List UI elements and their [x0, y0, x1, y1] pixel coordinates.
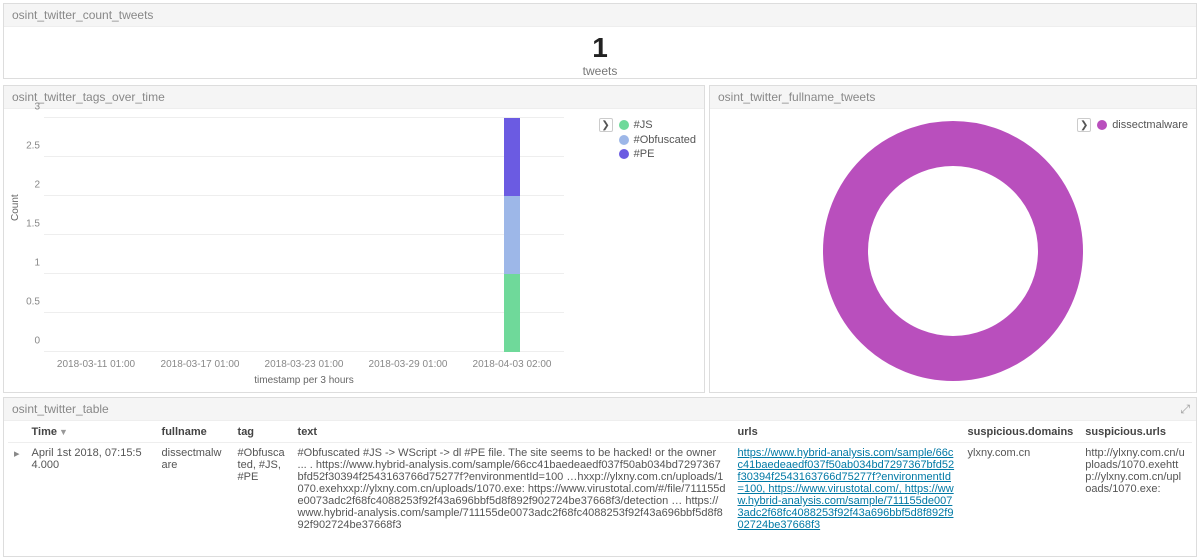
- tweet-count-value: 1: [4, 32, 1196, 64]
- donut-chart[interactable]: [823, 121, 1083, 381]
- y-tick: 1.5: [14, 219, 40, 230]
- col-text[interactable]: text: [292, 422, 732, 443]
- legend-label[interactable]: #PE: [634, 148, 655, 160]
- legend-toggle-icon[interactable]: ❯: [1077, 118, 1091, 132]
- y-tick: 3: [14, 102, 40, 113]
- y-tick: 2: [14, 180, 40, 191]
- bar-chart-area[interactable]: Count 0 0.5 1 1.5 2 2.5 3 2018-03-11 01:…: [44, 118, 564, 352]
- panel-title: osint_twitter_count_tweets: [4, 4, 1196, 27]
- cell-urls: https://www.hybrid-analysis.com/sample/6…: [732, 443, 962, 536]
- table-row: ▸ April 1st 2018, 07:15:54.000 dissectma…: [8, 443, 1192, 536]
- bar-seg-obfuscated: [504, 196, 520, 274]
- cell-time: April 1st 2018, 07:15:54.000: [26, 443, 156, 536]
- url-link[interactable]: https://www.hybrid-analysis.com/sample/6…: [738, 447, 955, 531]
- cell-text: #Obfuscated #JS -> WScript -> dl #PE fil…: [292, 443, 732, 536]
- cell-susp-urls: http://ylxny.com.cn/uploads/1070.exehttp…: [1079, 443, 1192, 536]
- col-tag[interactable]: tag: [232, 422, 292, 443]
- row-expand-icon[interactable]: ▸: [8, 443, 26, 536]
- swatch-obfuscated: [619, 135, 629, 145]
- x-tick: 2018-03-23 01:00: [265, 359, 344, 370]
- panel-title: osint_twitter_fullname_tweets: [710, 86, 1196, 109]
- panel-title: osint_twitter_table: [4, 398, 1196, 421]
- table-header-row: Time▼ fullname tag text urls suspicious.…: [8, 422, 1192, 443]
- swatch-pe: [619, 149, 629, 159]
- cell-fullname: dissectmalware: [156, 443, 232, 536]
- legend-label[interactable]: dissectmalware: [1112, 119, 1188, 131]
- bar-seg-js: [504, 274, 520, 352]
- x-tick: 2018-03-11 01:00: [57, 359, 135, 370]
- x-axis-label: timestamp per 3 hours: [44, 375, 564, 386]
- panel-tags-over-time: osint_twitter_tags_over_time Count 0 0.5…: [3, 85, 705, 393]
- tweet-count-label: tweets: [4, 64, 1196, 78]
- pie-legend: ❯ dissectmalware: [1077, 116, 1188, 134]
- y-tick: 0.5: [14, 297, 40, 308]
- x-tick: 2018-03-17 01:00: [161, 359, 240, 370]
- legend-label[interactable]: #Obfuscated: [634, 134, 696, 146]
- panel-title: osint_twitter_tags_over_time: [4, 86, 704, 109]
- swatch-dissectmalware: [1097, 120, 1107, 130]
- sort-desc-icon: ▼: [59, 427, 68, 437]
- col-susp-urls[interactable]: suspicious.urls: [1079, 422, 1192, 443]
- expand-icon[interactable]: ⤢: [1180, 402, 1190, 417]
- y-tick: 0: [14, 336, 40, 347]
- panel-twitter-table: osint_twitter_table ⤢ Time▼ fullname tag…: [3, 397, 1197, 557]
- swatch-js: [619, 120, 629, 130]
- col-time[interactable]: Time▼: [26, 422, 156, 443]
- y-tick: 1: [14, 258, 40, 269]
- y-axis-label: Count: [10, 194, 21, 221]
- col-fullname[interactable]: fullname: [156, 422, 232, 443]
- panel-count-tweets: osint_twitter_count_tweets 1 tweets: [3, 3, 1197, 79]
- col-susp-domains[interactable]: suspicious.domains: [962, 422, 1080, 443]
- bar-seg-pe: [504, 118, 520, 196]
- panel-fullname-tweets: osint_twitter_fullname_tweets ❯ dissectma…: [709, 85, 1197, 393]
- col-urls[interactable]: urls: [732, 422, 962, 443]
- stacked-bar[interactable]: [504, 118, 520, 352]
- bar-legend: ❯ #JS #Obfuscated #PE: [599, 116, 696, 162]
- cell-susp-domains: ylxny.com.cn: [962, 443, 1080, 536]
- tweets-table: Time▼ fullname tag text urls suspicious.…: [8, 422, 1192, 535]
- x-tick: 2018-03-29 01:00: [369, 359, 448, 370]
- legend-toggle-icon[interactable]: ❯: [599, 118, 613, 132]
- cell-tag: #Obfuscated, #JS, #PE: [232, 443, 292, 536]
- x-tick: 2018-04-03 02:00: [473, 359, 552, 370]
- y-tick: 2.5: [14, 141, 40, 152]
- legend-label[interactable]: #JS: [634, 119, 653, 131]
